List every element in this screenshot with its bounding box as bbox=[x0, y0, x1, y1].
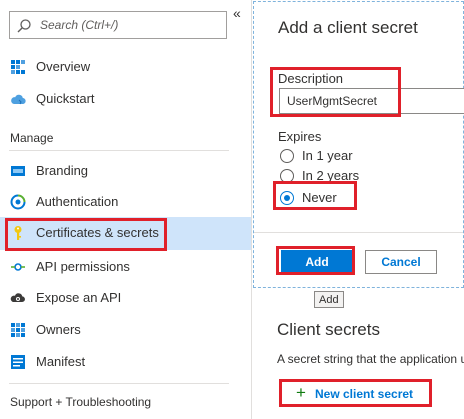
sidebar-item-label: Owners bbox=[36, 322, 81, 337]
sidebar-item-label: Overview bbox=[36, 59, 91, 74]
description-input[interactable] bbox=[279, 88, 464, 114]
sidebar-item-label: Quickstart bbox=[36, 91, 95, 106]
radio-label: In 2 years bbox=[302, 168, 360, 183]
api-permissions-icon bbox=[11, 263, 25, 271]
section-header-support: Support + Troubleshooting bbox=[10, 395, 152, 409]
radio-button-selected[interactable] bbox=[280, 191, 294, 205]
sidebar-item-label: Manifest bbox=[36, 354, 86, 369]
search-box[interactable] bbox=[9, 11, 227, 39]
client-secrets-description: A secret string that the application use… bbox=[277, 352, 464, 366]
plus-icon: + bbox=[296, 383, 306, 402]
radio-button[interactable] bbox=[280, 149, 294, 163]
sidebar: « Overview Quickstart Manage Branding bbox=[0, 0, 252, 419]
sidebar-item-expose-an-api[interactable]: Expose an API bbox=[0, 282, 251, 314]
search-icon bbox=[17, 19, 31, 33]
divider bbox=[9, 383, 229, 384]
sidebar-item-authentication[interactable]: Authentication bbox=[0, 186, 251, 218]
add-client-secret-panel: Add a client secret Description Expires … bbox=[253, 1, 464, 288]
client-secrets-title: Client secrets bbox=[277, 320, 380, 339]
search-input[interactable] bbox=[40, 16, 220, 34]
overview-grid-icon bbox=[11, 60, 25, 74]
sidebar-item-quickstart[interactable]: Quickstart bbox=[0, 83, 251, 115]
sidebar-item-label: API permissions bbox=[36, 259, 130, 274]
sidebar-item-certificates-secrets[interactable]: Certificates & secrets bbox=[0, 217, 251, 250]
panel-footer-divider bbox=[254, 232, 463, 233]
manifest-icon bbox=[11, 355, 25, 369]
sidebar-item-label: Branding bbox=[36, 163, 89, 178]
section-header-manage: Manage bbox=[10, 131, 54, 145]
radio-label: Never bbox=[302, 190, 337, 205]
sidebar-item-manifest[interactable]: Manifest bbox=[0, 346, 251, 378]
key-icon bbox=[14, 226, 22, 240]
cloud-gear-icon bbox=[10, 293, 25, 303]
expires-label: Expires bbox=[278, 129, 322, 144]
authentication-icon bbox=[10, 194, 26, 210]
radio-button[interactable] bbox=[280, 169, 294, 183]
owners-grid-icon bbox=[11, 323, 25, 337]
branding-icon bbox=[11, 166, 25, 176]
divider bbox=[9, 150, 229, 151]
radio-label: In 1 year bbox=[302, 148, 353, 163]
new-client-secret-label: New client secret bbox=[315, 387, 414, 401]
panel-title: Add a client secret bbox=[278, 18, 418, 37]
sidebar-item-label: Certificates & secrets bbox=[36, 225, 159, 240]
add-tooltip: Add bbox=[314, 291, 344, 308]
sidebar-item-label: Authentication bbox=[36, 194, 119, 209]
cancel-button[interactable]: Cancel bbox=[365, 250, 437, 274]
sidebar-item-api-permissions[interactable]: API permissions bbox=[0, 251, 251, 283]
sidebar-item-overview[interactable]: Overview bbox=[0, 51, 251, 83]
add-button[interactable]: Add bbox=[281, 250, 353, 274]
sidebar-item-owners[interactable]: Owners bbox=[0, 314, 251, 346]
sidebar-item-label: Expose an API bbox=[36, 290, 122, 305]
cloud-icon bbox=[11, 94, 26, 105]
sidebar-item-branding[interactable]: Branding bbox=[0, 155, 251, 187]
description-label: Description bbox=[278, 71, 344, 86]
collapse-sidebar-icon[interactable]: « bbox=[233, 6, 241, 20]
